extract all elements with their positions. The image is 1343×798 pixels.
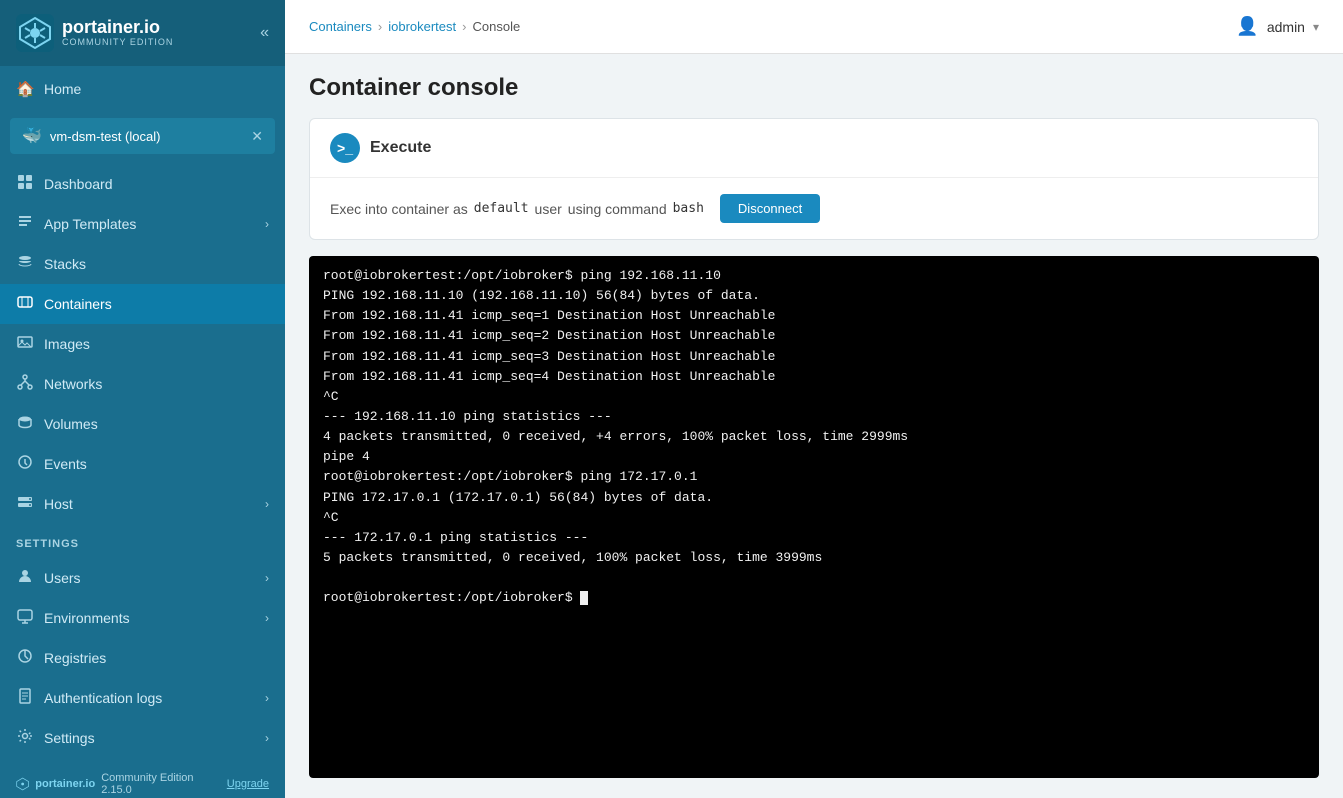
sidebar-item-stacks-label: Stacks	[44, 256, 86, 272]
users-chevron: ›	[265, 571, 269, 585]
terminal-wrapper[interactable]: root@iobrokertest:/opt/iobroker$ ping 19…	[309, 256, 1319, 778]
sidebar-section-home: 🏠 Home	[0, 66, 285, 112]
sidebar-item-volumes[interactable]: Volumes	[0, 404, 285, 444]
page-title: Container console	[309, 74, 1319, 102]
sidebar-item-images-label: Images	[44, 336, 90, 352]
environments-chevron: ›	[265, 611, 269, 625]
sidebar-item-dashboard[interactable]: Dashboard	[0, 164, 285, 204]
environments-icon	[16, 608, 34, 628]
logo-text-area: portainer.io COMMUNITY EDITION	[62, 18, 173, 48]
execute-card-header: >_ Execute	[310, 119, 1318, 178]
topbar-right: 👤 admin ▾	[1236, 16, 1319, 37]
user-avatar-icon: 👤	[1236, 16, 1258, 37]
sidebar-item-stacks[interactable]: Stacks	[0, 244, 285, 284]
sidebar-item-volumes-label: Volumes	[44, 416, 98, 432]
logo-icon	[16, 14, 54, 52]
events-icon	[16, 454, 34, 474]
exec-using-command: using command	[568, 201, 667, 217]
execute-card: >_ Execute Exec into container as defaul…	[309, 118, 1319, 240]
exec-prefix: Exec into container as	[330, 201, 468, 217]
volumes-icon	[16, 414, 34, 434]
sidebar-nav: Dashboard App Templates › Stacks Contain…	[0, 160, 285, 528]
logo-title: portainer.io	[62, 18, 173, 38]
sidebar-item-home-label: Home	[44, 81, 81, 97]
sidebar-item-home[interactable]: 🏠 Home	[0, 70, 285, 108]
registries-icon	[16, 648, 34, 668]
footer-edition: Community Edition 2.15.0	[101, 772, 221, 796]
env-selector[interactable]: 🐳 vm-dsm-test (local) ✕	[10, 118, 275, 154]
sidebar-item-host-label: Host	[44, 496, 73, 512]
exec-command: bash	[673, 201, 704, 216]
sidebar-item-containers[interactable]: Containers	[0, 284, 285, 324]
footer-logo-text: portainer.io	[35, 778, 95, 790]
execute-card-body: Exec into container as default user usin…	[310, 178, 1318, 239]
breadcrumb-containers[interactable]: Containers	[309, 19, 372, 34]
sidebar-item-settings-label: Settings	[44, 730, 95, 746]
env-name: vm-dsm-test (local)	[50, 129, 243, 144]
sidebar-item-networks-label: Networks	[44, 376, 102, 392]
stacks-icon	[16, 254, 34, 274]
sidebar-header: portainer.io COMMUNITY EDITION «	[0, 0, 285, 66]
sidebar-item-registries-label: Registries	[44, 650, 106, 666]
upgrade-link[interactable]: Upgrade	[227, 778, 269, 790]
containers-icon	[16, 294, 34, 314]
exec-user: default	[474, 201, 529, 216]
images-icon	[16, 334, 34, 354]
sidebar-item-dashboard-label: Dashboard	[44, 176, 113, 192]
sidebar-item-host[interactable]: Host ›	[0, 484, 285, 524]
sidebar-item-settings[interactable]: Settings ›	[0, 718, 285, 758]
topbar: Containers › iobrokertest › Console 👤 ad…	[285, 0, 1343, 54]
env-close-button[interactable]: ✕	[251, 128, 263, 145]
sidebar-item-containers-label: Containers	[44, 296, 112, 312]
auth-logs-icon	[16, 688, 34, 708]
breadcrumb-console: Console	[472, 19, 520, 34]
disconnect-button[interactable]: Disconnect	[720, 194, 820, 223]
sidebar-item-auth-logs-label: Authentication logs	[44, 690, 162, 706]
settings-chevron: ›	[265, 731, 269, 745]
sidebar-item-events[interactable]: Events	[0, 444, 285, 484]
sidebar-item-environments-label: Environments	[44, 610, 130, 626]
sidebar-footer: portainer.io Community Edition 2.15.0 Up…	[0, 762, 285, 798]
sidebar-item-images[interactable]: Images	[0, 324, 285, 364]
logo-area: portainer.io COMMUNITY EDITION	[16, 14, 173, 52]
sidebar-settings: Users › Environments › Registries Authen…	[0, 554, 285, 762]
sidebar-item-networks[interactable]: Networks	[0, 364, 285, 404]
footer-logo-icon	[16, 777, 29, 791]
env-icon: 🐳	[22, 126, 42, 146]
settings-icon	[16, 728, 34, 748]
page-content: Container console >_ Execute Exec into c…	[285, 54, 1343, 798]
home-icon: 🏠	[16, 80, 34, 98]
users-icon	[16, 568, 34, 588]
execute-icon: >_	[330, 133, 360, 163]
exec-user-label: user	[535, 201, 562, 217]
sidebar-item-users[interactable]: Users ›	[0, 558, 285, 598]
networks-icon	[16, 374, 34, 394]
sidebar-item-environments[interactable]: Environments ›	[0, 598, 285, 638]
sidebar-item-auth-logs[interactable]: Authentication logs ›	[0, 678, 285, 718]
sidebar-item-app-templates-label: App Templates	[44, 216, 136, 232]
sidebar-item-app-templates[interactable]: App Templates ›	[0, 204, 285, 244]
breadcrumb-sep-1: ›	[378, 19, 382, 34]
main-content: Containers › iobrokertest › Console 👤 ad…	[285, 0, 1343, 798]
user-name: admin	[1267, 19, 1305, 35]
breadcrumb: Containers › iobrokertest › Console	[309, 19, 520, 34]
user-menu-chevron[interactable]: ▾	[1313, 20, 1319, 34]
breadcrumb-iobrokertest[interactable]: iobrokertest	[388, 19, 456, 34]
execute-title: Execute	[370, 139, 431, 157]
host-icon	[16, 494, 34, 514]
auth-logs-chevron: ›	[265, 691, 269, 705]
sidebar: portainer.io COMMUNITY EDITION « 🏠 Home …	[0, 0, 285, 798]
sidebar-item-users-label: Users	[44, 570, 81, 586]
collapse-sidebar-button[interactable]: «	[260, 24, 269, 42]
terminal-output: root@iobrokertest:/opt/iobroker$ ping 19…	[309, 256, 1319, 778]
settings-section-label: Settings	[0, 528, 285, 554]
breadcrumb-sep-2: ›	[462, 19, 466, 34]
app-templates-icon	[16, 214, 34, 234]
dashboard-icon	[16, 174, 34, 194]
app-templates-chevron: ›	[265, 217, 269, 231]
sidebar-item-registries[interactable]: Registries	[0, 638, 285, 678]
host-chevron: ›	[265, 497, 269, 511]
logo-subtitle: COMMUNITY EDITION	[62, 38, 173, 48]
sidebar-item-events-label: Events	[44, 456, 87, 472]
